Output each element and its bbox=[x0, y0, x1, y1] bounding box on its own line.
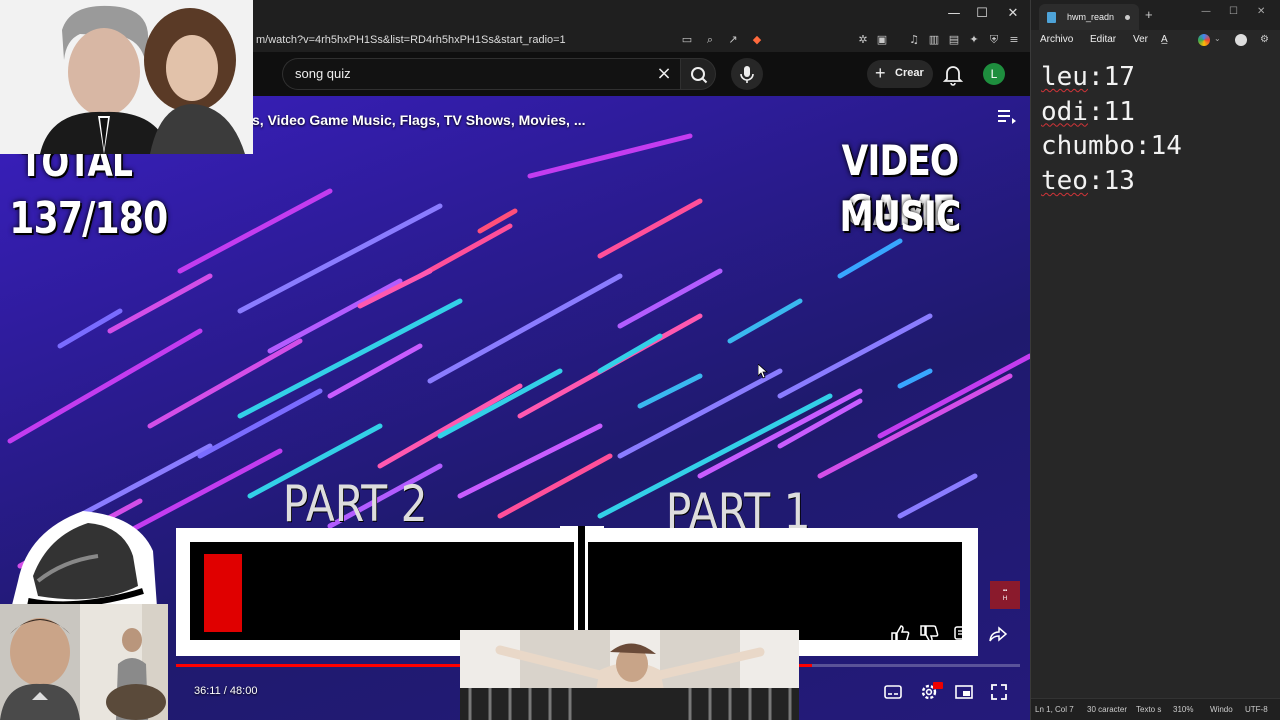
menu-icon[interactable]: ≡ bbox=[1007, 33, 1021, 47]
search-icon bbox=[691, 67, 708, 84]
mouse-pointer-icon bbox=[758, 364, 769, 379]
notepad-settings-gear-icon[interactable]: ⚙ bbox=[1260, 34, 1269, 45]
timer-fill bbox=[204, 554, 242, 632]
like-icon[interactable] bbox=[889, 623, 911, 645]
extensions-icon[interactable]: ✲ bbox=[856, 33, 870, 47]
brave-shield-icon[interactable]: ◆ bbox=[750, 33, 764, 47]
notepad-editor[interactable]: leu:17 odi:11 chumbo:14 teo:13 bbox=[1041, 60, 1277, 690]
fullscreen-icon[interactable] bbox=[988, 681, 1010, 703]
dislike-icon[interactable] bbox=[918, 623, 940, 645]
notepad-maximize-button[interactable]: ☐ bbox=[1229, 6, 1238, 17]
wallet-icon[interactable]: ▤ bbox=[947, 33, 961, 47]
maximize-button[interactable]: ☐ bbox=[971, 4, 993, 24]
hd-badge-icon bbox=[933, 682, 943, 689]
player-name: odi bbox=[1041, 96, 1088, 127]
webcam-image-icon bbox=[0, 604, 80, 720]
category-title-line2: MUSIC bbox=[839, 192, 961, 241]
share-icon[interactable]: ↗ bbox=[726, 33, 740, 47]
desktop: — ☐ ✕ m/watch?v=4rh5hxPH1Ss&list=RD4rh5h… bbox=[0, 0, 1280, 720]
notepad-menubar: Archivo Editar Ver A̲ ⌄ ⚙ bbox=[1031, 30, 1280, 50]
notepad-close-button[interactable]: ✕ bbox=[1257, 6, 1265, 17]
search-button[interactable] bbox=[680, 58, 716, 90]
notepad-window: hwm_readn + — ☐ ✕ Archivo Editar Ver A̲ … bbox=[1030, 0, 1280, 720]
plus-icon: + bbox=[875, 63, 886, 83]
notepad-statusbar: Ln 1, Col 7 30 caracter Texto s 310% Win… bbox=[1031, 698, 1280, 720]
subtitles-icon[interactable] bbox=[882, 681, 904, 703]
overlay-photo-top-left bbox=[0, 0, 253, 154]
share-video-icon[interactable] bbox=[987, 623, 1009, 645]
playlist-title[interactable]: s, Video Game Music, Flags, TV Shows, Mo… bbox=[252, 112, 586, 128]
score-line: leu:17 bbox=[1041, 62, 1135, 92]
score-line: odi:11 bbox=[1041, 96, 1135, 127]
menu-archivo[interactable]: Archivo bbox=[1040, 34, 1073, 45]
zoom-icon[interactable]: ⌕ bbox=[703, 33, 717, 47]
microphone-icon bbox=[740, 66, 754, 83]
copilot-icon[interactable] bbox=[1198, 34, 1210, 46]
player-score: 13 bbox=[1103, 165, 1135, 196]
voice-search-button[interactable] bbox=[731, 58, 763, 90]
text-format-icon[interactable]: A̲ bbox=[1161, 34, 1168, 45]
channel-watermark[interactable]: ▪▪ H bbox=[990, 581, 1020, 609]
notepad-minimize-button[interactable]: — bbox=[1201, 6, 1211, 17]
cursor-position: Ln 1, Col 7 bbox=[1035, 705, 1074, 714]
account-icon[interactable] bbox=[1235, 34, 1247, 46]
url-text[interactable]: m/watch?v=4rh5hxPH1Ss&list=RD4rh5hxPH1Ss… bbox=[256, 34, 566, 46]
portrait-image-icon bbox=[0, 0, 253, 154]
menu-ver[interactable]: Ver bbox=[1133, 34, 1148, 45]
line-ending-status: Windo bbox=[1210, 705, 1233, 714]
avatar[interactable]: L bbox=[983, 63, 1005, 85]
copilot-chevron-down-icon[interactable]: ⌄ bbox=[1214, 34, 1221, 43]
score-line: chumbo:14 bbox=[1041, 131, 1182, 162]
create-label: Crear bbox=[895, 67, 924, 79]
create-button[interactable]: + Crear bbox=[867, 60, 933, 88]
miniplayer-icon[interactable] bbox=[953, 681, 975, 703]
minimize-button[interactable]: — bbox=[943, 4, 965, 24]
notifications-button[interactable] bbox=[940, 60, 966, 88]
playlist-icon[interactable] bbox=[998, 108, 1016, 124]
unsaved-dot-icon[interactable] bbox=[1125, 15, 1130, 20]
webcam-image-icon bbox=[80, 604, 168, 720]
search-box[interactable]: song quiz × bbox=[282, 58, 680, 90]
close-button[interactable]: ✕ bbox=[1002, 4, 1024, 24]
current-time: 36:11 bbox=[194, 685, 221, 697]
time-display: 36:11 / 48:00 bbox=[194, 685, 257, 697]
clear-search-icon[interactable]: × bbox=[655, 59, 673, 89]
cast-icon[interactable]: ▭ bbox=[680, 33, 694, 47]
menu-editar[interactable]: Editar bbox=[1090, 34, 1116, 45]
player-score: 14 bbox=[1150, 131, 1182, 162]
player-score: 11 bbox=[1103, 96, 1135, 127]
balcony-image-icon bbox=[460, 630, 799, 720]
media-icon[interactable]: ♫ bbox=[907, 33, 921, 47]
text-format-status: Texto s bbox=[1136, 705, 1162, 714]
comments-icon[interactable] bbox=[952, 623, 974, 645]
zoom-level[interactable]: 310% bbox=[1173, 705, 1193, 714]
total-score: 137/180 bbox=[9, 193, 168, 244]
leo-ai-icon[interactable]: ✦ bbox=[967, 33, 981, 47]
player-name: leu bbox=[1041, 62, 1088, 92]
webcam-feed-left bbox=[0, 604, 80, 720]
sidebar-icon[interactable]: ▥ bbox=[927, 33, 941, 47]
player-name: teo bbox=[1041, 165, 1088, 196]
vpn-icon[interactable]: ⛨ bbox=[987, 33, 1001, 47]
new-tab-button[interactable]: + bbox=[1145, 8, 1153, 22]
webcam-feed-right bbox=[80, 604, 168, 720]
total-time: 48:00 bbox=[229, 685, 258, 697]
bell-icon bbox=[942, 66, 964, 86]
screenshot-icon[interactable]: ▣ bbox=[875, 33, 889, 47]
player-score: 17 bbox=[1103, 62, 1135, 92]
notepad-tab[interactable]: hwm_readn bbox=[1039, 4, 1139, 30]
player-name: chumbo bbox=[1041, 131, 1135, 162]
notepad-file-icon bbox=[1047, 12, 1056, 23]
encoding-status: UTF-8 bbox=[1245, 705, 1268, 714]
notepad-titlebar: hwm_readn + — ☐ ✕ bbox=[1031, 0, 1280, 30]
character-count: 30 caracter bbox=[1087, 705, 1128, 714]
part2-label: PART 2 bbox=[282, 475, 428, 533]
search-input[interactable]: song quiz bbox=[295, 59, 635, 89]
overlay-photo-balcony bbox=[460, 630, 799, 720]
score-line: teo:13 bbox=[1041, 165, 1135, 196]
notepad-tab-title: hwm_readn bbox=[1067, 12, 1115, 22]
